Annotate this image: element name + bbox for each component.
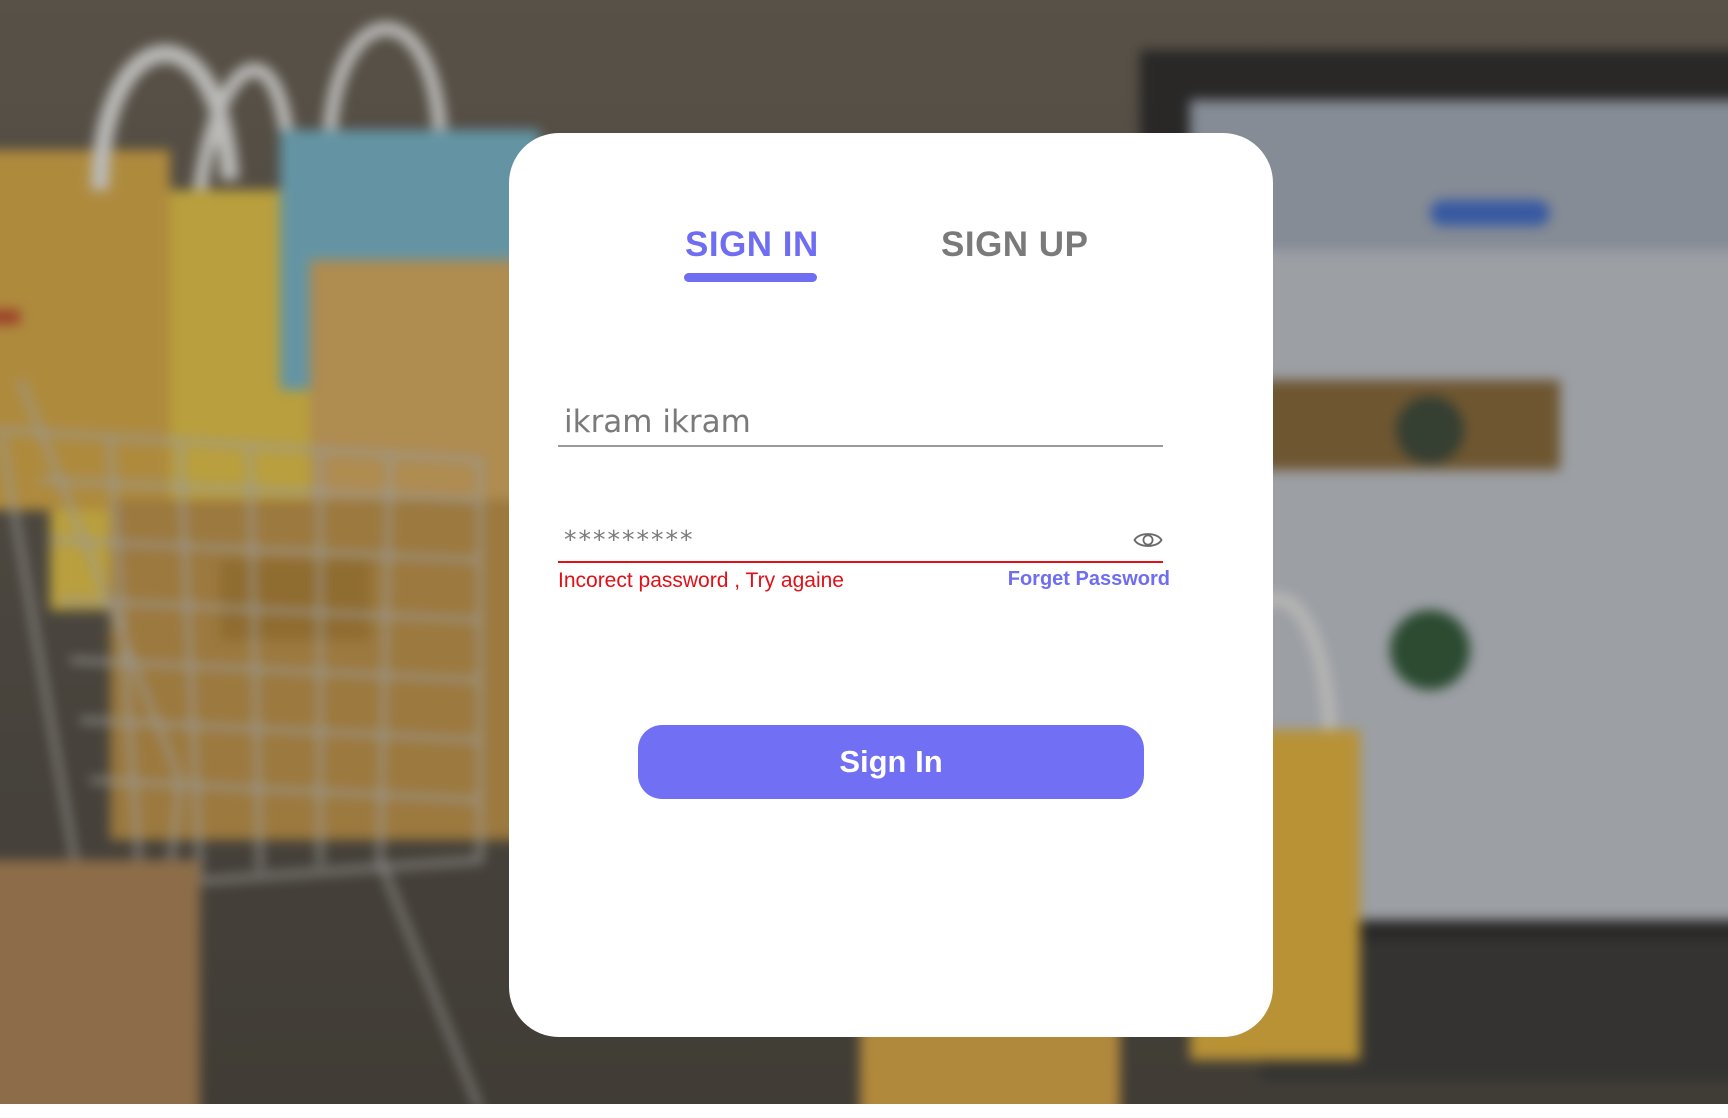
tab-sign-up[interactable]: SIGN UP xyxy=(941,225,1088,265)
sign-in-button[interactable]: Sign In xyxy=(638,725,1144,799)
auth-card: SIGN IN SIGN UP Incorect password , Try … xyxy=(509,133,1273,1037)
forgot-password-link[interactable]: Forget Password xyxy=(1008,568,1170,591)
active-tab-indicator xyxy=(684,273,817,282)
eye-icon[interactable] xyxy=(1133,529,1163,551)
tab-sign-in[interactable]: SIGN IN xyxy=(685,225,819,265)
password-input[interactable] xyxy=(564,521,1104,557)
background-bottom-edge xyxy=(0,1104,1728,1118)
username-input[interactable] xyxy=(564,401,1154,443)
username-field xyxy=(558,395,1163,447)
password-field xyxy=(558,513,1163,563)
password-error-message: Incorect password , Try againe xyxy=(558,569,844,592)
